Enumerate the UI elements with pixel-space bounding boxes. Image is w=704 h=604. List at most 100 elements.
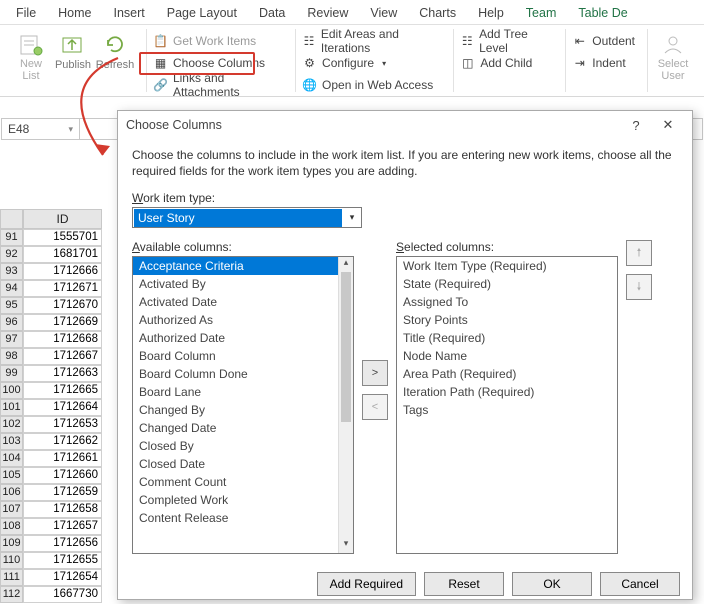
list-item[interactable]: Changed By [133,401,338,419]
cell[interactable]: 1712654 [23,569,102,586]
cell[interactable]: 1712657 [23,518,102,535]
cell[interactable]: 1712656 [23,535,102,552]
list-item[interactable]: Acceptance Criteria [133,257,338,275]
tab-help[interactable]: Help [478,6,504,20]
list-item[interactable]: Authorized Date [133,329,338,347]
row-header[interactable]: 91 [0,229,23,246]
row-header[interactable]: 102 [0,416,23,433]
list-item[interactable]: Closed By [133,437,338,455]
move-down-button[interactable]: 🠗 [626,274,652,300]
ok-button[interactable]: OK [512,572,592,596]
add-child-button[interactable]: ◫Add Child [458,53,555,73]
select-all-cell[interactable] [0,209,23,229]
tab-file[interactable]: File [16,6,36,20]
scroll-up-icon[interactable]: ▴ [339,257,353,272]
selected-columns-list[interactable]: Work Item Type (Required)State (Required… [396,256,618,554]
tab-home[interactable]: Home [58,6,91,20]
get-work-items-button[interactable]: 📋Get Work Items [151,31,285,51]
cell[interactable]: 1712663 [23,365,102,382]
cell[interactable]: 1712670 [23,297,102,314]
configure-button[interactable]: ⚙Configure▾ [300,53,443,73]
tab-team[interactable]: Team [526,6,557,20]
tab-charts[interactable]: Charts [419,6,456,20]
outdent-button[interactable]: ⇤Outdent [570,31,637,51]
reset-button[interactable]: Reset [424,572,504,596]
row-header[interactable]: 93 [0,263,23,280]
list-item[interactable]: Tags [397,401,617,419]
cell[interactable]: 1712662 [23,433,102,450]
list-item[interactable]: Changed Date [133,419,338,437]
row-header[interactable]: 106 [0,484,23,501]
cancel-button[interactable]: Cancel [600,572,680,596]
row-header[interactable]: 107 [0,501,23,518]
cell[interactable]: 1712669 [23,314,102,331]
workitem-type-select[interactable]: User Story ▾ [132,207,362,228]
links-attachments-button[interactable]: 🔗Links and Attachments [151,75,285,95]
list-item[interactable]: Content Release [133,509,338,527]
list-item[interactable]: Authorized As [133,311,338,329]
row-header[interactable]: 101 [0,399,23,416]
tab-page-layout[interactable]: Page Layout [167,6,237,20]
available-columns-list[interactable]: Acceptance CriteriaActivated ByActivated… [132,256,354,554]
move-up-button[interactable]: 🠕 [626,240,652,266]
row-header[interactable]: 103 [0,433,23,450]
open-web-button[interactable]: 🌐Open in Web Access [300,75,443,95]
row-header[interactable]: 104 [0,450,23,467]
row-header[interactable]: 92 [0,246,23,263]
cell[interactable]: 1712655 [23,552,102,569]
row-header[interactable]: 97 [0,331,23,348]
row-header[interactable]: 96 [0,314,23,331]
cell[interactable]: 1712664 [23,399,102,416]
tab-review[interactable]: Review [307,6,348,20]
row-header[interactable]: 105 [0,467,23,484]
list-item[interactable]: Work Item Type (Required) [397,257,617,275]
help-button[interactable]: ? [620,118,652,133]
list-item[interactable]: Node Name [397,347,617,365]
tab-data[interactable]: Data [259,6,285,20]
select-user-button[interactable]: Select User [652,29,694,82]
list-item[interactable]: Comment Count [133,473,338,491]
row-header[interactable]: 95 [0,297,23,314]
cell[interactable]: 1712661 [23,450,102,467]
cell[interactable]: 1667730 [23,586,102,603]
cell[interactable]: 1712665 [23,382,102,399]
column-header[interactable]: ID [23,209,102,229]
cell[interactable]: 1712666 [23,263,102,280]
list-item[interactable]: Iteration Path (Required) [397,383,617,401]
row-header[interactable]: 94 [0,280,23,297]
row-header[interactable]: 109 [0,535,23,552]
tab-insert[interactable]: Insert [114,6,145,20]
tab-view[interactable]: View [370,6,397,20]
cell[interactable]: 1712660 [23,467,102,484]
cell[interactable]: 1712671 [23,280,102,297]
row-header[interactable]: 111 [0,569,23,586]
row-header[interactable]: 98 [0,348,23,365]
list-item[interactable]: Title (Required) [397,329,617,347]
list-item[interactable]: State (Required) [397,275,617,293]
row-header[interactable]: 108 [0,518,23,535]
move-right-button[interactable]: > [362,360,388,386]
scrollbar[interactable]: ▴ ▾ [338,257,353,553]
row-header[interactable]: 110 [0,552,23,569]
add-tree-level-button[interactable]: ☷Add Tree Level [458,31,555,51]
row-header[interactable]: 100 [0,382,23,399]
cell[interactable]: 1712667 [23,348,102,365]
cell[interactable]: 1712659 [23,484,102,501]
cell[interactable]: 1712668 [23,331,102,348]
cell[interactable]: 1712658 [23,501,102,518]
edit-areas-button[interactable]: ☷Edit Areas and Iterations [300,31,443,51]
row-header[interactable]: 99 [0,365,23,382]
list-item[interactable]: Board Column [133,347,338,365]
list-item[interactable]: Board Column Done [133,365,338,383]
move-left-button[interactable]: < [362,394,388,420]
scroll-down-icon[interactable]: ▾ [339,538,353,553]
list-item[interactable]: Completed Work [133,491,338,509]
list-item[interactable]: Assigned To [397,293,617,311]
cell[interactable]: 1712653 [23,416,102,433]
list-item[interactable]: Closed Date [133,455,338,473]
new-list-button[interactable]: New List [10,29,52,92]
tab-table-de[interactable]: Table De [578,6,627,20]
list-item[interactable]: Activated By [133,275,338,293]
indent-button[interactable]: ⇥Indent [570,53,637,73]
cell[interactable]: 1555701 [23,229,102,246]
